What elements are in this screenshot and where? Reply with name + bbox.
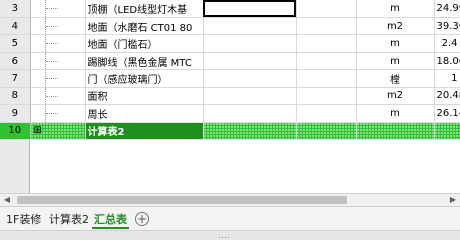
empty-cell[interactable]: [296, 0, 357, 18]
scrollbar-thumb[interactable]: [17, 196, 347, 204]
add-sheet-icon[interactable]: +: [135, 212, 149, 226]
empty-cell[interactable]: [296, 34, 357, 53]
empty-cell[interactable]: [203, 52, 297, 71]
resize-grip-icon[interactable]: ....: [218, 232, 231, 240]
item-name-cell[interactable]: 顶棚（LED线型灯木基: [85, 0, 204, 18]
scroll-left-icon[interactable]: ◀: [0, 194, 14, 206]
unit-cell[interactable]: m2: [356, 87, 435, 106]
empty-cell[interactable]: [203, 17, 297, 36]
item-name-cell[interactable]: 地面（门槛石）: [85, 34, 204, 53]
empty-cell[interactable]: [296, 104, 357, 123]
item-name-cell[interactable]: 踢脚线（黑色金属 MTC: [85, 52, 204, 71]
row-number[interactable]: 9: [0, 104, 31, 123]
table-row-total[interactable]: 10 ⊞ 计算表2: [0, 122, 460, 141]
table-row[interactable]: 4 地面（水磨石 CT01 80 m2 39.36: [0, 17, 460, 36]
empty-cell[interactable]: [296, 52, 357, 71]
empty-cell[interactable]: [203, 87, 297, 106]
tree-connector: [30, 34, 86, 53]
table-row[interactable]: 9 周长 m 26.14: [0, 104, 460, 123]
tree-connector: ⊞: [30, 122, 86, 141]
unit-cell[interactable]: m: [356, 0, 435, 18]
tree-connector: [30, 17, 86, 36]
quantity-cell[interactable]: 24.99: [434, 0, 460, 18]
empty-cell[interactable]: [296, 69, 357, 88]
total-name-cell[interactable]: 计算表2: [85, 122, 204, 141]
item-name-cell[interactable]: 面积: [85, 87, 204, 106]
tab-calc-sheet-2[interactable]: 计算表2: [47, 211, 91, 227]
item-name-cell[interactable]: 地面（水磨石 CT01 80: [85, 17, 204, 36]
unit-cell[interactable]: m: [356, 52, 435, 71]
empty-cell[interactable]: [296, 87, 357, 106]
unit-cell[interactable]: m: [356, 34, 435, 53]
row-number[interactable]: 8: [0, 87, 31, 106]
row-number[interactable]: 10: [0, 122, 31, 141]
quantity-cell[interactable]: 20.48: [434, 87, 460, 106]
table-row[interactable]: 6 踢脚线（黑色金属 MTC m 18.06: [0, 52, 460, 71]
quantity-cell[interactable]: 26.14: [434, 104, 460, 123]
unit-cell[interactable]: 樘: [356, 69, 435, 88]
table-row[interactable]: 7 门（感应玻璃门） 樘 1: [0, 69, 460, 88]
tree-connector: [30, 52, 86, 71]
item-name-cell[interactable]: 周长: [85, 104, 204, 123]
status-bar: ....: [0, 230, 460, 240]
quantity-cell[interactable]: 39.36: [434, 17, 460, 36]
sheet-tab-bar: 1F装修 计算表2 汇总表 +: [0, 206, 460, 230]
table-row[interactable]: 3 顶棚（LED线型灯木基 m 24.99: [0, 0, 460, 18]
empty-cell[interactable]: [296, 17, 357, 36]
tree-connector: [30, 104, 86, 123]
tab-1f-decoration[interactable]: 1F装修: [4, 211, 43, 227]
scroll-right-icon[interactable]: ▶: [446, 194, 460, 206]
row-number[interactable]: 7: [0, 69, 31, 88]
tree-connector: [30, 69, 86, 88]
selected-cell[interactable]: [203, 0, 297, 18]
empty-cell[interactable]: [434, 122, 460, 141]
expand-icon[interactable]: ⊞: [34, 125, 42, 136]
tree-connector: [30, 0, 86, 18]
quantity-cell[interactable]: 1: [434, 69, 460, 88]
item-name-cell[interactable]: 门（感应玻璃门）: [85, 69, 204, 88]
row-number[interactable]: 3: [0, 0, 31, 18]
row-number[interactable]: 6: [0, 52, 31, 71]
empty-cell[interactable]: [203, 34, 297, 53]
tab-summary[interactable]: 汇总表: [92, 211, 129, 229]
quantity-cell[interactable]: 18.06: [434, 52, 460, 71]
quantity-cell[interactable]: 2.4: [434, 34, 460, 53]
row-number[interactable]: 5: [0, 34, 31, 53]
empty-cell[interactable]: [296, 122, 357, 141]
empty-cell[interactable]: [203, 122, 297, 141]
row-number[interactable]: 4: [0, 17, 31, 36]
table-row[interactable]: 8 面积 m2 20.48: [0, 87, 460, 106]
worksheet-grid: 3 顶棚（LED线型灯木基 m 24.99 4 地面（水磨石 CT01 80 m…: [0, 0, 460, 141]
tree-connector: [30, 87, 86, 106]
empty-cell[interactable]: [203, 104, 297, 123]
unit-cell[interactable]: m2: [356, 17, 435, 36]
empty-sheet-area[interactable]: [0, 140, 460, 193]
empty-cell[interactable]: [203, 69, 297, 88]
row-header-column: [0, 140, 30, 193]
horizontal-scrollbar[interactable]: ◀ ▶: [0, 193, 460, 206]
empty-cell[interactable]: [356, 122, 435, 141]
unit-cell[interactable]: m: [356, 104, 435, 123]
table-row[interactable]: 5 地面（门槛石） m 2.4: [0, 34, 460, 53]
